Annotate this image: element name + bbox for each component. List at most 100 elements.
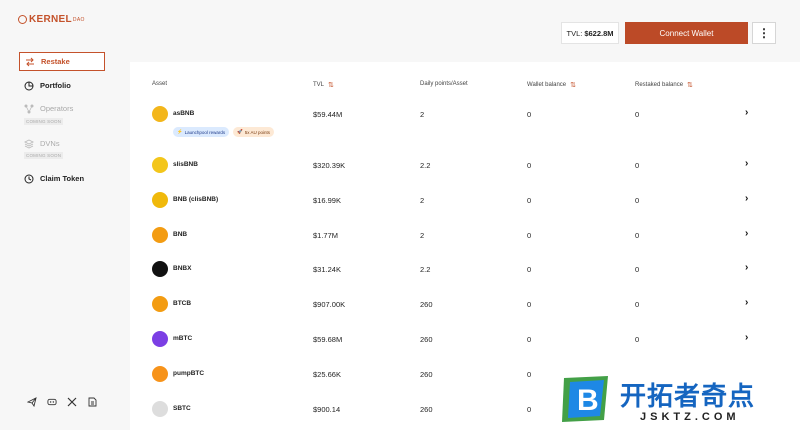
asset-name: pumpBTC <box>173 370 205 377</box>
kerneldao-logo[interactable]: KERNEL DAO <box>18 14 85 25</box>
table-row[interactable]: slisBNB $320.39K 2.2 0 0 › <box>152 157 762 177</box>
restaked-balance-cell: 0 <box>635 196 640 205</box>
au-points-badge: 🚀 5x AU points <box>233 127 275 137</box>
tvl-value: $622.8M <box>584 28 614 38</box>
layers-icon <box>24 138 34 149</box>
asset-token-icon <box>152 296 168 312</box>
daily-points-cell: 2.2 <box>420 265 431 274</box>
pie-chart-icon <box>24 81 34 91</box>
restaked-balance-cell: 0 <box>635 300 640 309</box>
asset-name: BTCB <box>173 300 192 307</box>
sidebar-item-portfolio[interactable]: Portfolio <box>19 76 105 95</box>
wallet-balance-cell: 0 <box>527 110 532 119</box>
telegram-icon[interactable] <box>27 397 37 407</box>
watermark-url: JSKTZ.COM <box>640 411 740 423</box>
col-header-asset: Asset <box>152 81 168 87</box>
asset-token-icon <box>152 157 168 173</box>
asset-token-icon <box>152 106 168 122</box>
wallet-balance-cell: 0 <box>527 196 532 205</box>
wallet-balance-cell: 0 <box>527 370 532 379</box>
sidebar-item-claim-token[interactable]: Claim Token <box>19 169 105 188</box>
tvl-cell: $907.00K <box>313 300 346 309</box>
daily-points-cell: 2 <box>420 231 425 240</box>
wallet-balance-cell: 0 <box>527 161 532 170</box>
sort-icon: ⇅ <box>570 82 576 89</box>
tvl-cell: $59.68M <box>313 335 343 344</box>
chevron-right-icon[interactable]: › <box>745 262 748 273</box>
wallet-balance-cell: 0 <box>527 405 532 414</box>
restaked-balance-cell: 0 <box>635 161 640 170</box>
watermark-logo: B <box>562 376 608 422</box>
sort-icon: ⇅ <box>328 82 334 89</box>
tvl-label: TVL: <box>566 28 583 38</box>
asset-token-icon <box>152 401 168 417</box>
wallet-balance-cell: 0 <box>527 335 532 344</box>
launchpool-badge: ⚡ Launchpool rewards <box>173 127 230 137</box>
col-header-wallet-balance[interactable]: Wallet balance ⇅ <box>527 81 576 89</box>
restaked-balance-cell: 0 <box>635 110 640 119</box>
network-icon <box>24 104 34 114</box>
restaked-balance-cell: 0 <box>635 335 640 344</box>
wallet-balance-cell: 0 <box>527 300 532 309</box>
lightning-icon: ⚡ <box>177 129 183 134</box>
col-header-tvl[interactable]: TVL ⇅ <box>313 81 334 89</box>
sidebar-item-label: Portfolio <box>40 81 71 90</box>
col-header-daily-points: Daily points/Asset <box>420 81 468 87</box>
tvl-cell: $16.99K <box>313 196 341 205</box>
chevron-right-icon[interactable]: › <box>745 158 748 169</box>
chevron-right-icon[interactable]: › <box>745 297 748 308</box>
table-row[interactable]: asBNB $59.44M 2 0 0 › <box>152 106 762 126</box>
watermark-title: 开拓者奇点 <box>620 381 756 411</box>
asset-token-icon <box>152 192 168 208</box>
asset-name: mBTC <box>173 335 193 342</box>
asset-token-icon <box>152 261 168 277</box>
daily-points-cell: 260 <box>420 335 433 344</box>
chevron-right-icon[interactable]: › <box>745 193 748 204</box>
clock-icon <box>24 174 34 184</box>
coming-soon-badge: COMING SOON <box>24 118 64 125</box>
daily-points-cell: 2 <box>420 110 425 119</box>
daily-points-cell: 2.2 <box>420 161 431 170</box>
daily-points-cell: 260 <box>420 405 433 414</box>
tvl-cell: $900.14 <box>313 405 341 414</box>
asset-name: BNB <box>173 231 188 238</box>
table-row[interactable]: BNBX $31.24K 2.2 0 0 › <box>152 261 762 281</box>
table-row[interactable]: BTCB $907.00K 260 0 0 › <box>152 296 762 316</box>
asset-name: BNB (clisBNB) <box>173 196 219 203</box>
col-header-restaked-balance[interactable]: Restaked balance ⇅ <box>635 81 693 89</box>
docs-icon[interactable] <box>87 397 97 407</box>
tvl-cell: $1.77M <box>313 231 339 240</box>
chevron-right-icon[interactable]: › <box>745 228 748 239</box>
sidebar-item-restake[interactable]: Restake <box>19 52 105 71</box>
daily-points-cell: 260 <box>420 300 433 309</box>
sidebar-item-label: Claim Token <box>40 174 85 183</box>
more-menu-button[interactable]: ⋮ <box>752 22 776 44</box>
asset-token-icon <box>152 227 168 243</box>
restaked-balance-cell: 0 <box>635 231 640 240</box>
logo-mark-icon <box>18 15 27 24</box>
asset-name: BNBX <box>173 265 192 272</box>
sidebar-item-label: Restake <box>41 57 70 66</box>
discord-icon[interactable] <box>47 397 57 407</box>
asset-name: asBNB <box>173 110 195 117</box>
chevron-right-icon[interactable]: › <box>745 332 748 343</box>
sidebar-item-dvns: DVNs <box>19 134 105 153</box>
restaked-balance-cell: 0 <box>635 265 640 274</box>
table-row[interactable]: mBTC $59.68M 260 0 0 › <box>152 331 762 351</box>
social-links <box>27 397 97 407</box>
tvl-display: TVL: $622.8M <box>561 22 619 44</box>
wallet-balance-cell: 0 <box>527 265 532 274</box>
watermark-letter: B <box>577 384 599 417</box>
sidebar-item-label: DVNs <box>40 139 60 148</box>
logo-sup: DAO <box>72 16 85 23</box>
tvl-cell: $25.66K <box>313 370 341 379</box>
sort-icon: ⇅ <box>687 82 693 89</box>
x-icon[interactable] <box>67 397 77 407</box>
asset-name: slisBNB <box>173 161 198 168</box>
connect-wallet-button[interactable]: Connect Wallet <box>625 22 748 44</box>
asset-token-icon <box>152 331 168 347</box>
table-row[interactable]: BNB $1.77M 2 0 0 › <box>152 227 762 247</box>
table-row[interactable]: BNB (clisBNB) $16.99K 2 0 0 › <box>152 192 762 212</box>
chevron-right-icon[interactable]: › <box>745 107 748 118</box>
tvl-cell: $31.24K <box>313 265 341 274</box>
